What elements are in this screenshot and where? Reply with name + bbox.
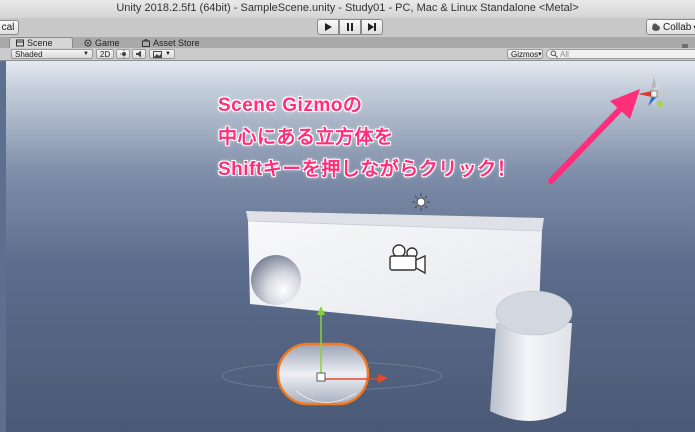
pause-icon — [347, 23, 353, 31]
pause-button[interactable] — [339, 19, 361, 35]
chevron-down-icon: ▼ — [83, 51, 89, 57]
window-title-bar: Unity 2018.2.5f1 (64bit) - SampleScene.u… — [0, 0, 695, 19]
game-icon — [84, 39, 92, 46]
scene-icon — [16, 39, 24, 47]
shading-mode-value: Shaded — [15, 49, 43, 59]
asset-store-icon — [142, 38, 150, 47]
play-icon — [325, 23, 332, 31]
main-toolbar: cal Collab ▾ — [0, 18, 695, 38]
search-placeholder: All — [560, 49, 569, 59]
gizmo-center-cube[interactable] — [650, 90, 658, 98]
tab-asset-store-label: Asset Store — [153, 37, 200, 48]
audio-toggle-button[interactable] — [132, 49, 146, 59]
gizmos-dropdown-icon: ▾ — [538, 51, 542, 58]
cylinder-object[interactable] — [490, 290, 573, 421]
lighting-toggle-button[interactable] — [116, 49, 130, 59]
scene-toolbar: Shaded ▼ 2D ▼ Gizmos ▾ All — [0, 48, 695, 61]
chevron-down-icon: ▼ — [165, 51, 171, 57]
step-icon — [368, 23, 376, 31]
annotation-line-2: 中心にある立方体を — [218, 127, 394, 148]
local-toggle-label: cal — [1, 22, 15, 33]
tab-scene[interactable]: Scene — [9, 37, 73, 48]
effects-dropdown[interactable]: ▼ — [149, 49, 175, 59]
local-toggle-button[interactable]: cal — [0, 20, 19, 35]
speaker-icon — [136, 50, 142, 58]
tab-scene-label: Scene — [27, 38, 53, 48]
tab-asset-store[interactable]: Asset Store — [136, 37, 216, 48]
cloud-icon — [652, 23, 660, 31]
sphere-object[interactable] — [251, 255, 301, 305]
window-tab-bar: Scene Game Asset Store — [0, 37, 695, 50]
tab-game[interactable]: Game — [78, 37, 132, 48]
play-button[interactable] — [317, 19, 339, 35]
image-icon — [153, 50, 162, 58]
collab-label: Collab — [663, 21, 692, 33]
search-icon — [550, 50, 558, 58]
gizmos-dropdown[interactable]: Gizmos ▾ — [507, 49, 543, 59]
window-title: Unity 2018.2.5f1 (64bit) - SampleScene.u… — [116, 2, 579, 14]
annotation-line-1: Scene Gizmoの — [218, 95, 363, 116]
sun-icon — [120, 50, 126, 58]
pane-menu-icon[interactable] — [681, 38, 689, 50]
scene-search-input[interactable]: All — [546, 49, 695, 59]
tab-game-label: Game — [95, 37, 120, 48]
collab-button[interactable]: Collab ▾ — [646, 19, 695, 35]
gizmos-label: Gizmos — [511, 49, 539, 59]
shading-mode-dropdown[interactable]: Shaded ▼ — [11, 49, 93, 59]
2d-toggle-button[interactable]: 2D — [96, 49, 114, 59]
annotation-line-3: Shiftキーを押しながらクリック！ — [218, 159, 517, 180]
2d-toggle-label: 2D — [99, 49, 111, 59]
step-button[interactable] — [361, 19, 383, 35]
